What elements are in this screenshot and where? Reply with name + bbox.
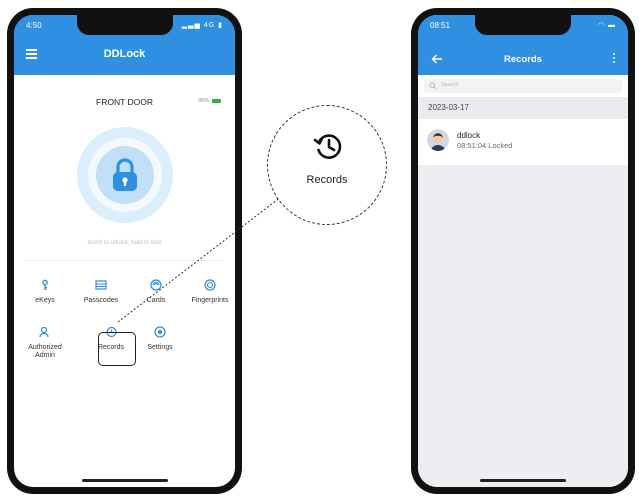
feature-settings[interactable]: Settings <box>133 326 187 352</box>
feature-passcodes[interactable]: Passcodes <box>74 279 128 305</box>
left-phone: 4:50 ▂▃▅ 4G ▮ DDLock FRONT DOOR 95% touc… <box>7 8 242 494</box>
status-time: 08:51 <box>430 21 451 30</box>
feature-ekeys[interactable]: eKeys <box>18 279 72 305</box>
home-indicator <box>81 479 168 482</box>
lock-hint: touch to unlock, hold to lock <box>87 240 162 246</box>
feature-label: Settings <box>147 344 173 351</box>
padlock-icon <box>112 158 137 191</box>
status-indicators: ◠ ▬ <box>597 22 616 29</box>
divider <box>26 260 223 261</box>
right-phone: 08:51 ◠ ▬ Records Search 2023-03-17 ddlo… <box>411 8 635 494</box>
fingerprint-icon <box>204 279 216 291</box>
feature-cards[interactable]: Cards <box>129 279 183 305</box>
date-label: 2023-03-17 <box>428 103 469 112</box>
app-title: DDLock <box>103 48 146 60</box>
status-time: 4:50 <box>26 21 42 30</box>
search-bar: Search <box>418 75 628 97</box>
cards-icon <box>150 279 162 291</box>
battery-indicator: 95% <box>198 98 221 104</box>
list-item[interactable]: ddlock 08:51:04 Locked <box>418 119 628 166</box>
notch <box>76 15 173 35</box>
passcodes-icon <box>95 280 107 290</box>
battery-percent: 95% <box>197 98 209 104</box>
records-screen: 08:51 ◠ ▬ Records Search 2023-03-17 ddlo… <box>418 15 628 487</box>
search-placeholder: Search <box>441 82 459 88</box>
lock-home-screen: 4:50 ▂▃▅ 4G ▮ DDLock FRONT DOOR 95% touc… <box>14 15 235 487</box>
date-group-header: 2023-03-17 <box>418 97 628 119</box>
settings-icon <box>154 326 166 338</box>
records-callout: Records <box>267 105 387 225</box>
lock-button[interactable] <box>76 127 173 223</box>
home-indicator <box>480 479 566 482</box>
search-icon <box>429 82 437 90</box>
feature-fingerprints[interactable]: Fingerprints <box>183 279 235 305</box>
battery-icon <box>212 99 221 103</box>
more-options-icon[interactable] <box>613 53 616 65</box>
record-detail: 08:51:04 Locked <box>457 141 513 150</box>
record-user: ddlock <box>457 131 481 140</box>
feature-label: Authorized Admin <box>28 344 62 359</box>
notch <box>475 15 571 35</box>
callout-label: Records <box>306 174 348 186</box>
status-indicators: ▂▃▅ 4G ▮ <box>181 22 223 29</box>
feature-authorized-admin[interactable]: Authorized Admin <box>18 326 72 360</box>
feature-label: Passcodes <box>83 297 119 304</box>
admin-icon <box>39 326 49 338</box>
feature-label: eKeys <box>35 297 55 304</box>
feature-label: Cards <box>146 297 166 304</box>
feature-label: Fingerprints <box>191 297 229 304</box>
page-title: Records <box>503 54 542 65</box>
lock-button-mid <box>87 138 162 212</box>
search-input[interactable]: Search <box>424 79 622 93</box>
network-label: 4G <box>203 22 216 29</box>
records-highlight-box <box>98 332 136 366</box>
lock-button-inner <box>95 146 154 204</box>
ekeys-icon <box>42 279 48 290</box>
avatar <box>427 129 449 151</box>
records-history-icon <box>313 134 342 159</box>
empty-list-area <box>418 165 628 487</box>
